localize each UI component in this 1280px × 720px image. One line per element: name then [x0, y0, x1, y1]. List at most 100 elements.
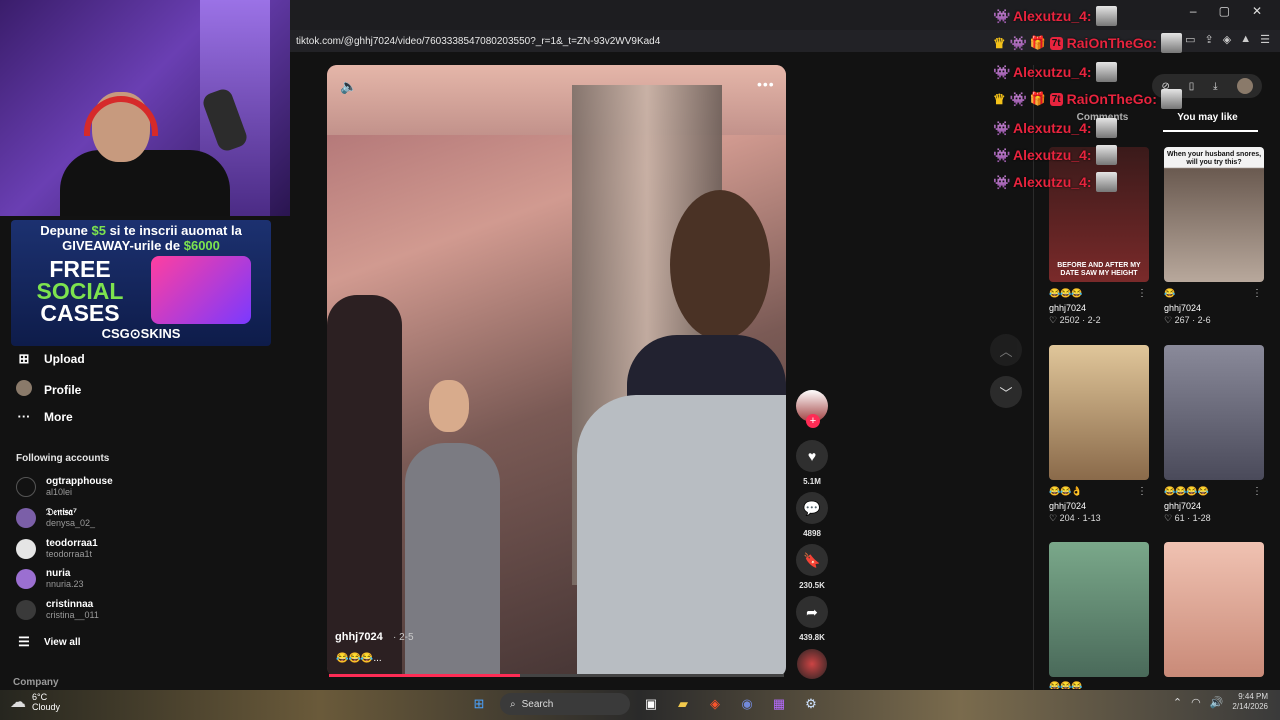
share-icon[interactable]: ⇪: [1205, 33, 1214, 46]
next-video-button[interactable]: ﹀: [990, 376, 1022, 408]
following-account[interactable]: teodorraa1 teodorraa1t: [16, 538, 98, 559]
view-all-button[interactable]: ☰ View all: [16, 634, 80, 650]
video-scene: [327, 295, 402, 677]
steam-icon[interactable]: ⚙: [800, 693, 822, 715]
more-options-icon[interactable]: •••: [757, 76, 775, 92]
card-meta: 😂😂😂 ⋮ ghhj7024 ♡ 2502 · 2-2: [1049, 288, 1149, 326]
volume-tray-icon[interactable]: 🔊: [1210, 696, 1224, 709]
phone-icon[interactable]: ▯: [1189, 81, 1195, 92]
following-account[interactable]: 𝔇𝔢𝔫𝔦𝔰𝔞⁷ denysa_02_: [16, 507, 95, 528]
following-account[interactable]: cristinnaa cristina__011: [16, 599, 99, 620]
save-button[interactable]: 🔖 230.5K: [796, 544, 828, 590]
bot-badge-icon: 👾: [993, 64, 1011, 80]
bot-badge-icon: 👾: [993, 174, 1011, 190]
company-link[interactable]: Company: [13, 677, 59, 688]
brave-icon[interactable]: ◈: [704, 693, 726, 715]
video-scene: [429, 380, 469, 432]
sidebar-item-label: More: [44, 409, 73, 424]
picture-in-picture-icon[interactable]: ▭: [1185, 33, 1195, 46]
following-account[interactable]: nuria nnuria.23: [16, 568, 84, 589]
clock[interactable]: 9:44 PM 2/14/2026: [1232, 692, 1268, 712]
video-player[interactable]: [327, 65, 786, 677]
account-handle: cristina__011: [46, 610, 99, 620]
card-author[interactable]: ghhj7024: [1049, 501, 1149, 511]
music-disc[interactable]: [797, 649, 827, 679]
avatar: [16, 599, 36, 620]
card-stats: ♡ 2502 · 2-2: [1049, 315, 1101, 325]
taskbar-search[interactable]: ⌕ Search: [500, 693, 630, 715]
menu-icon[interactable]: ☰: [1260, 33, 1270, 46]
card-author[interactable]: ghhj7024: [1049, 303, 1149, 313]
like-button[interactable]: ♥ 5.1M: [796, 440, 828, 486]
bot-badge-icon: 👾: [1009, 35, 1027, 51]
maximize-button[interactable]: ▢: [1219, 4, 1230, 18]
save-count: 230.5K: [799, 581, 825, 590]
follow-plus-icon[interactable]: +: [806, 414, 820, 428]
app-grid-icon[interactable]: ▦: [768, 693, 790, 715]
sidebar-item-more[interactable]: ··· More: [16, 409, 73, 424]
video-card[interactable]: 😂😂😂: [1049, 542, 1149, 689]
volume-icon[interactable]: 🔈: [340, 78, 357, 95]
rewards-icon[interactable]: ▲: [1240, 33, 1251, 46]
video-thumbnail[interactable]: [1049, 542, 1149, 677]
task-view-icon[interactable]: ▣: [640, 693, 662, 715]
video-caption: 😂😂😂...: [336, 653, 382, 664]
url-text[interactable]: tiktok.com/@ghhj7024/video/7603338547080…: [296, 36, 660, 47]
bookmark-icon: 🔖: [796, 544, 828, 576]
video-card[interactable]: [1164, 542, 1264, 677]
previous-video-button[interactable]: ︿: [990, 334, 1022, 366]
address-bar-icons: ⊘ ▭ ⇪ ◈ ▲ ☰: [1167, 33, 1270, 46]
video-author[interactable]: ghhj7024: [335, 631, 383, 643]
webcam-overlay: [0, 0, 290, 216]
sidebar-item-profile[interactable]: Profile: [16, 380, 81, 399]
following-account[interactable]: ogtrapphouse al10lei: [16, 476, 113, 497]
download-icon[interactable]: ⤓: [1213, 81, 1217, 92]
sponsor-banner[interactable]: Depune $5 si te inscrii auomat la GIVEAW…: [11, 220, 271, 346]
share-arrow-icon: ➦: [796, 596, 828, 628]
kebab-icon[interactable]: ⋮: [1252, 288, 1262, 299]
thumbnail-caption: When your husband snores, will you try t…: [1166, 151, 1262, 166]
tab-you-may-like[interactable]: You may like: [1155, 112, 1260, 132]
video-thumbnail[interactable]: [1049, 345, 1149, 480]
weather-condition: Cloudy: [32, 702, 61, 712]
video-thumbnail[interactable]: BEFORE AND AFTER MY DATE SAW MY HEIGHT: [1049, 147, 1149, 282]
wifi-icon[interactable]: ◠: [1191, 696, 1201, 709]
avatar[interactable]: [1236, 78, 1253, 94]
chat-message: ♛ 👾 🎁 7t RaiOnTheGo:: [993, 89, 1182, 109]
brave-shield-icon[interactable]: ◈: [1223, 33, 1231, 46]
video-card[interactable]: 😂😂😂😂 ⋮ ghhj7024 ♡ 61 · 1-28: [1164, 345, 1264, 524]
discord-icon[interactable]: ◉: [736, 693, 758, 715]
avatar: [16, 538, 36, 559]
minimize-button[interactable]: –: [1190, 4, 1197, 18]
video-thumbnail[interactable]: [1164, 345, 1264, 480]
share-button[interactable]: ➦ 439.8K: [796, 596, 828, 642]
chevron-down-icon: ﹀: [999, 385, 1013, 401]
card-author[interactable]: ghhj7024: [1164, 303, 1264, 313]
7tv-badge-icon: 7t: [1049, 36, 1063, 50]
sidebar-item-upload[interactable]: ⊞ Upload: [16, 351, 85, 367]
card-author[interactable]: ghhj7024: [1164, 501, 1264, 511]
share-count: 439.8K: [799, 633, 825, 642]
kebab-icon[interactable]: ⋮: [1137, 288, 1147, 299]
video-card[interactable]: 😂😂👌 ⋮ ghhj7024 ♡ 204 · 1-13: [1049, 345, 1149, 524]
kebab-icon[interactable]: ⋮: [1137, 486, 1147, 497]
card-stats: ♡ 267 · 2-6: [1164, 315, 1211, 325]
ad-text: Depune: [40, 223, 88, 238]
video-progress-bar[interactable]: [329, 674, 784, 677]
card-meta: 😂😂😂😂 ⋮ ghhj7024 ♡ 61 · 1-28: [1164, 486, 1264, 524]
avatar: [16, 507, 36, 528]
file-explorer-icon[interactable]: ▰: [672, 693, 694, 715]
video-thumbnail[interactable]: When your husband snores, will you try t…: [1164, 147, 1264, 282]
tray-chevron-icon[interactable]: ⌃: [1173, 696, 1182, 709]
close-button[interactable]: ✕: [1252, 4, 1262, 18]
comment-button[interactable]: 💬 4898: [796, 492, 828, 538]
chat-emote: [1160, 89, 1182, 109]
video-card[interactable]: When your husband snores, will you try t…: [1164, 147, 1264, 326]
card-meta: 😂😂😂: [1049, 681, 1149, 689]
weather-widget[interactable]: ☁ 6°C Cloudy: [10, 692, 60, 712]
video-thumbnail[interactable]: [1164, 542, 1264, 677]
bot-badge-icon: 👾: [1009, 91, 1027, 107]
bot-badge-icon: 👾: [993, 147, 1011, 163]
kebab-icon[interactable]: ⋮: [1252, 486, 1262, 497]
start-icon[interactable]: ⊞: [468, 693, 490, 715]
